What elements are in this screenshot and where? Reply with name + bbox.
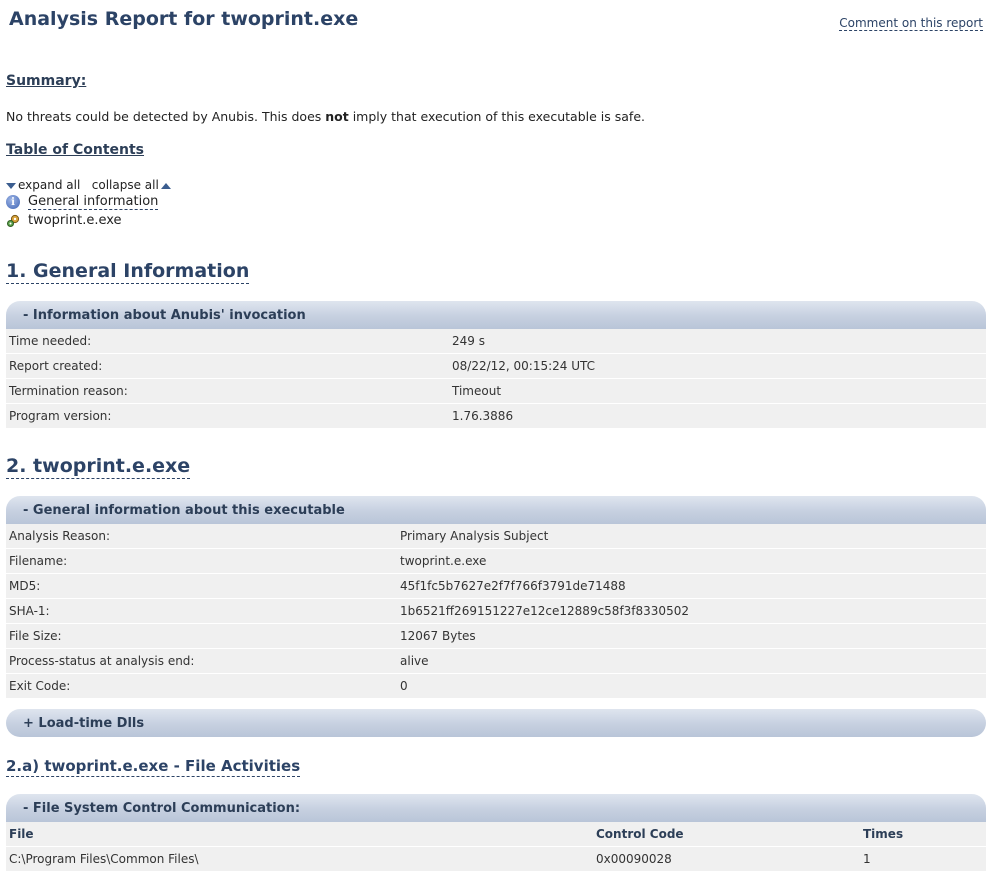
row-value: twoprint.e.exe [397,548,986,574]
row-label: MD5: [6,573,397,599]
triangle-down-icon [6,182,16,189]
invocation-info-table: Time needed: 249 s Report created: 08/22/1… [6,329,986,429]
toc-heading: Table of Contents [6,142,145,158]
executable-info-table: Analysis Reason: Primary Analysis Subject… [6,524,986,699]
toc-item-twoprint[interactable]: twoprint.e.exe [6,213,122,228]
row-value: 0 [397,673,986,699]
row-label: SHA-1: [6,598,397,624]
column-header-times: Times [860,822,986,847]
table-row: MD5: 45f1fc5b7627e2f7f766f3791de71488 [6,573,986,599]
cell-control-code: 0x00090028 [593,846,860,872]
table-row: File Size: 12067 Bytes [6,623,986,649]
triangle-up-icon [160,182,171,189]
row-label: Time needed: [6,329,449,354]
row-label: Exit Code: [6,673,397,699]
table-row: Program version: 1.76.3886 [6,403,986,429]
table-row: SHA-1: 1b6521ff269151227e12ce12889c58f3f8… [6,598,986,624]
row-label: Report created: [6,353,449,379]
table-header-row: File Control Code Times [6,822,986,847]
expand-all-button[interactable]: expand all [6,178,80,192]
fs-control-table: File Control Code Times C:\Program Files… [6,822,986,872]
row-value: 45f1fc5b7627e2f7f766f3791de71488 [397,573,986,599]
summary-text-emphasis: not [325,109,349,124]
table-row: Time needed: 249 s [6,329,986,354]
row-value: Primary Analysis Subject [397,524,986,549]
row-label: Process-status at analysis end: [6,648,397,674]
fs-control-panel-header[interactable]: - File System Control Communication: [6,794,986,822]
row-value: 1b6521ff269151227e12ce12889c58f3f8330502 [397,598,986,624]
row-value: 08/22/12, 00:15:24 UTC [449,353,986,379]
row-label: Analysis Reason: [6,524,397,549]
expand-collapse-controls: expand all collapse all [6,178,171,192]
expand-all-label: expand all [18,178,81,192]
row-label: File Size: [6,623,397,649]
section-general-information-heading: 1. General Information [6,260,250,284]
executable-info-panel-header[interactable]: - General information about this executa… [6,496,986,524]
table-row: C:\Program Files\Common Files\ 0x0009002… [6,846,986,872]
table-row: Termination reason: Timeout [6,378,986,404]
toc-item-label[interactable]: General information [28,194,159,210]
table-row: Analysis Reason: Primary Analysis Subject [6,524,986,549]
load-time-dlls-panel-header[interactable]: + Load-time Dlls [6,709,986,737]
invocation-panel-header[interactable]: - Information about Anubis' invocation [6,301,986,329]
summary-heading: Summary: [6,73,87,89]
page-title: Analysis Report for twoprint.exe [9,8,359,30]
summary-text-start: No threats could be detected by Anubis. … [6,109,326,124]
summary-text: No threats could be detected by Anubis. … [6,109,645,124]
column-header-control-code: Control Code [593,822,860,847]
collapse-all-button[interactable]: collapse all [92,178,171,192]
row-label: Program version: [6,403,449,429]
table-row: Filename: twoprint.e.exe [6,548,986,574]
section-twoprint-heading: 2. twoprint.e.exe [6,455,191,479]
summary-text-end: imply that execution of this executable … [348,109,645,124]
row-value: 1.76.3886 [449,403,986,429]
cell-times: 1 [860,846,986,872]
row-value: Timeout [449,378,986,404]
row-value: 12067 Bytes [397,623,986,649]
table-row: Process-status at analysis end: alive [6,648,986,674]
gear-icon [7,214,20,227]
comment-link[interactable]: Comment on this report [839,16,983,31]
row-value: 249 s [449,329,986,354]
column-header-file: File [6,822,593,847]
table-row: Exit Code: 0 [6,673,986,699]
cell-file: C:\Program Files\Common Files\ [6,846,593,872]
toc-item-general-information[interactable]: i General information [6,194,159,210]
collapse-all-label: collapse all [91,178,159,192]
row-label: Filename: [6,548,397,574]
row-value: alive [397,648,986,674]
section-file-activities-heading: 2.a) twoprint.e.exe - File Activities [6,757,301,777]
row-label: Termination reason: [6,378,449,404]
info-icon: i [6,195,20,209]
table-row: Report created: 08/22/12, 00:15:24 UTC [6,353,986,379]
toc-item-label: twoprint.e.exe [28,213,122,228]
